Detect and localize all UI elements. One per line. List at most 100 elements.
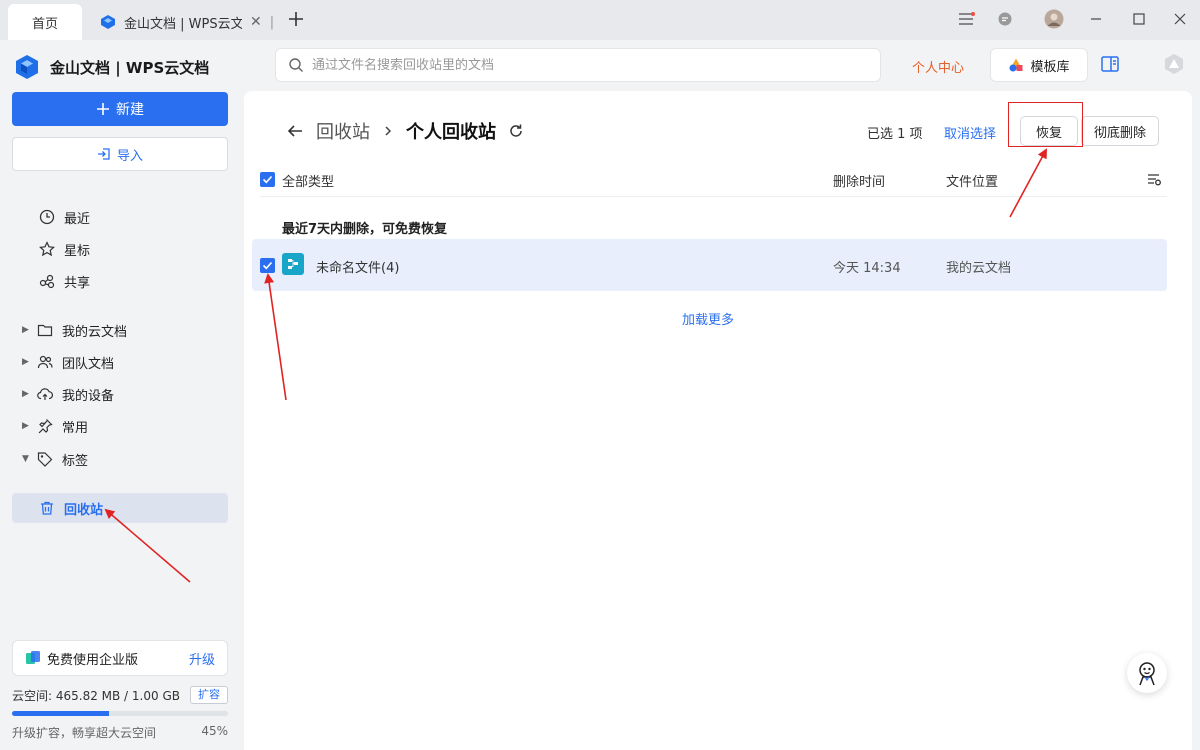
storage-text: 云空间: 465.82 MB / 1.00 GB	[12, 688, 180, 703]
assistant-mascot-icon[interactable]	[1127, 653, 1167, 693]
expand-caret-icon[interactable]: ▶	[22, 357, 36, 367]
app-title: 金山文档 | WPS云文档	[50, 58, 210, 77]
sidebar-item-label: 标签	[62, 453, 89, 469]
tab-document[interactable]: 金山文档 | WPS云文档 ✕ |	[92, 4, 282, 40]
storage-percent: 45%	[201, 724, 228, 738]
sidebar-item-tags[interactable]: ▼ 标签	[12, 444, 228, 474]
import-button-label: 导入	[116, 148, 143, 164]
selected-count: 已选 1 项	[867, 127, 923, 142]
chevron-right-icon	[382, 125, 394, 137]
wps-logo-icon	[100, 14, 116, 30]
expand-caret-icon[interactable]: ▶	[22, 325, 36, 335]
tab-document-label: 金山文档 | WPS云文档	[124, 16, 242, 32]
column-settings-icon[interactable]	[1146, 171, 1162, 187]
new-button[interactable]: 新建	[12, 92, 228, 126]
file-deleted-time: 今天 14:34	[833, 261, 901, 276]
share-icon	[38, 272, 56, 290]
row-checkbox[interactable]	[260, 258, 275, 273]
storage-progress-bar	[12, 711, 228, 716]
refresh-icon[interactable]	[508, 123, 524, 139]
sidebar-item-common[interactable]: ▶ 常用	[12, 411, 228, 441]
new-button-label: 新建	[116, 102, 144, 118]
star-icon	[38, 240, 56, 258]
expand-storage-button[interactable]: 扩容	[190, 686, 228, 704]
sidebar-item-label: 我的设备	[62, 388, 115, 404]
sidebar-item-recent[interactable]: 最近	[12, 202, 228, 232]
pin-icon	[36, 417, 54, 435]
select-all-checkbox[interactable]	[260, 172, 275, 187]
column-type-filter[interactable]: 全部类型	[282, 171, 334, 190]
split-view-icon[interactable]	[1100, 54, 1120, 74]
search-icon	[288, 57, 304, 73]
column-deleted-time: 删除时间	[833, 175, 886, 190]
cloud-upload-icon	[36, 385, 54, 403]
upgrade-link[interactable]: 升级	[189, 649, 215, 668]
breadcrumb: 回收站 个人回收站	[286, 118, 524, 144]
file-location: 我的云文档	[946, 261, 1012, 276]
ai-assistant-icon[interactable]	[1163, 53, 1185, 75]
template-library-label: 模板库	[1030, 59, 1070, 75]
table-header: 全部类型 删除时间 文件位置	[260, 171, 1167, 197]
sidebar-item-my-cloud[interactable]: ▶ 我的云文档	[12, 315, 228, 345]
delete-forever-label: 彻底删除	[1093, 125, 1146, 141]
avatar[interactable]	[1040, 6, 1068, 32]
clock-icon	[38, 208, 56, 226]
sidebar-item-recycle-bin[interactable]: 回收站	[12, 493, 228, 523]
brand: 金山文档 | WPS云文档	[14, 54, 209, 80]
sidebar-item-devices[interactable]: ▶ 我的设备	[12, 379, 228, 409]
sidebar-item-label: 共享	[64, 275, 91, 291]
storage-progress-fill	[12, 711, 110, 716]
column-location: 文件位置	[946, 175, 999, 190]
sidebar-item-label: 我的云文档	[62, 324, 128, 340]
tab-home-label: 首页	[31, 16, 58, 32]
sidebar-item-label: 团队文档	[62, 356, 115, 372]
breadcrumb-parent[interactable]: 回收站	[316, 118, 370, 144]
file-name: 未命名文件(4)	[316, 261, 400, 276]
collapse-caret-icon[interactable]: ▼	[22, 454, 36, 464]
sidebar-item-label: 星标	[64, 243, 91, 259]
sidebar: 金山文档 | WPS云文档 新建 导入 最近 星标 共享 ▶ 我的云文档 ▶ 团…	[0, 40, 244, 750]
expand-caret-icon[interactable]: ▶	[22, 389, 36, 399]
storage-info: 云空间: 465.82 MB / 1.00 GB 扩容	[12, 686, 228, 704]
minimize-button[interactable]	[1082, 6, 1110, 32]
storage-hint: 升级扩容，畅享超大云空间	[12, 726, 157, 740]
enterprise-icon	[25, 650, 41, 666]
template-library-button[interactable]: 模板库	[990, 48, 1088, 82]
folder-icon	[36, 321, 54, 339]
close-tab-icon[interactable]: ✕	[250, 14, 262, 30]
tag-icon	[36, 450, 54, 468]
upgrade-card[interactable]: 免费使用企业版 升级	[12, 640, 228, 676]
import-button[interactable]: 导入	[12, 137, 228, 171]
storage-footer: 升级扩容，畅享超大云空间 45%	[12, 724, 228, 741]
section-title: 最近7天内删除，可免费恢复	[282, 222, 448, 237]
sidebar-item-team[interactable]: ▶ 团队文档	[12, 347, 228, 377]
load-more-link[interactable]: 加载更多	[682, 309, 734, 328]
back-arrow-icon[interactable]	[286, 122, 304, 140]
sidebar-item-shared[interactable]: 共享	[12, 266, 228, 296]
trash-icon	[38, 499, 56, 517]
template-icon	[1008, 57, 1024, 73]
chat-icon[interactable]	[991, 6, 1019, 32]
delete-forever-button[interactable]: 彻底删除	[1081, 116, 1159, 146]
tab-home[interactable]: 首页	[8, 4, 82, 40]
table-row[interactable]: 未命名文件(4) 今天 14:34 我的云文档	[252, 239, 1167, 291]
close-window-button[interactable]	[1166, 6, 1194, 32]
sidebar-item-label: 最近	[64, 211, 91, 227]
title-bar: 首页 金山文档 | WPS云文档 ✕ |	[0, 0, 1200, 40]
search-box[interactable]	[275, 48, 881, 82]
file-type-icon	[282, 253, 304, 275]
new-tab-button[interactable]	[282, 6, 310, 32]
search-input[interactable]	[312, 57, 832, 73]
team-icon	[36, 353, 54, 371]
maximize-button[interactable]	[1125, 6, 1153, 32]
upgrade-label: 免费使用企业版	[47, 652, 139, 668]
page-title: 个人回收站	[406, 122, 496, 143]
plus-icon	[96, 102, 110, 116]
cancel-selection-link[interactable]: 取消选择	[944, 123, 996, 142]
sidebar-item-label: 回收站	[64, 502, 104, 518]
personal-center-link[interactable]: 个人中心	[912, 57, 964, 76]
menu-icon[interactable]	[952, 6, 980, 32]
sidebar-item-label: 常用	[62, 420, 89, 436]
expand-caret-icon[interactable]: ▶	[22, 421, 36, 431]
sidebar-item-starred[interactable]: 星标	[12, 234, 228, 264]
